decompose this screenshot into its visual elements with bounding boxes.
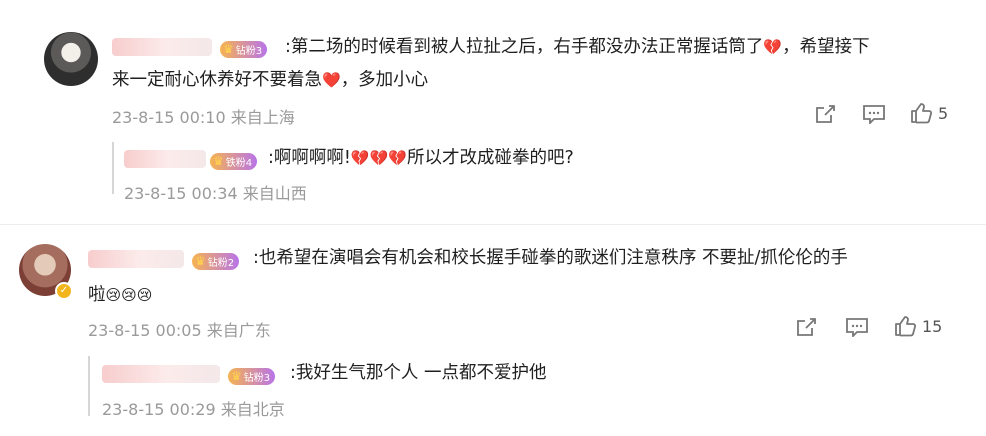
fan-badge: ♛ 钻粉2 [192,250,240,270]
verified-badge-icon: ✓ [55,282,73,300]
crown-icon: ♛ [195,254,206,268]
comment-time: 23-8-15 00:10 [112,108,226,127]
reply-text-main: :啊啊啊啊! [268,148,351,168]
broken-heart-emoji: 💔 [369,149,389,167]
comment-text-line2: 啦 [88,285,106,305]
thumbs-up-icon [895,316,916,337]
crown-icon: ♛ [231,369,242,383]
reply-time: 23-8-15 00:34 [124,184,238,203]
heart-emoji: ❤️ [322,71,341,89]
reply-divider [112,142,114,194]
sad-emoji: 😢 [105,286,122,304]
comment-text-line1-tail: ，希望接下 [782,37,870,57]
reply-location: 来自北京 [220,400,285,419]
comment-button[interactable] [862,104,886,124]
comment-meta: 23-8-15 00:10 来自上海 [112,104,295,128]
reply-divider [88,356,90,416]
comment-text-cont: 来一定耐心休养好不要着急❤️，多加小心 [112,66,428,95]
reply-text-tail: 所以才改成碰拳的吧? [406,148,574,168]
share-icon [816,105,835,123]
comment-location: 来自上海 [230,108,295,127]
reply-username[interactable] [124,150,206,168]
reply-text: :我好生气那个人 一点都不爱护他 [290,359,546,388]
broken-heart-emoji: 💔 [350,149,370,167]
thumbs-up-icon [911,103,932,124]
reply-time: 23-8-15 00:29 [102,400,216,419]
comment-button[interactable] [845,317,869,337]
sad-emoji: 😢 [136,286,153,304]
comment-text-line2: 来一定耐心休养好不要着急 [112,70,322,90]
broken-heart-emoji: 💔 [763,38,783,56]
comment-text-line2-tail: ，多加小心 [340,70,429,90]
comment-location: 来自广东 [206,321,271,340]
broken-heart-emoji: 💔 [388,149,407,167]
fan-badge-label: 钻粉2 [207,257,235,269]
username[interactable] [88,250,184,268]
reply-text: :啊啊啊啊!💔💔💔所以才改成碰拳的吧? [268,144,574,173]
comment-text-cont: 啦😢😢😢 [88,281,152,310]
share-icon [797,318,816,336]
fan-badge-label: 钻粉3 [243,372,271,384]
fan-badge-label: 钻粉3 [235,45,263,57]
comment-text-line1: :也希望在演唱会有机会和校长握手碰拳的歌迷们注意秩序 不要扯/抓伦伦的手 [253,248,848,268]
comment-text: :也希望在演唱会有机会和校长握手碰拳的歌迷们注意秩序 不要扯/抓伦伦的手 [253,244,848,273]
avatar[interactable] [44,32,98,86]
sad-emoji: 😢 [121,286,137,304]
like-count: 15 [922,316,943,336]
comment-text: :第二场的时候看到被人拉扯之后，右手都没办法正常握话筒了💔，希望接下 [285,33,870,62]
like-count: 5 [938,103,949,123]
comment-separator [0,224,986,225]
crown-icon: ♛ [213,154,224,168]
reply-text-main: :我好生气那个人 一点都不爱护他 [290,363,547,383]
username[interactable] [112,38,212,56]
comment-text-line1: :第二场的时候看到被人拉扯之后，右手都没办法正常握话筒了 [285,37,764,57]
reply-fan-badge: ♛ 铁粉4 [210,150,258,170]
like-button[interactable]: 5 [910,102,948,124]
share-button[interactable] [795,317,817,337]
reply-location: 来自山西 [242,184,307,203]
crown-icon: ♛ [223,42,234,56]
fan-badge: ♛ 钻粉3 [220,38,268,58]
comment-time: 23-8-15 00:05 [88,321,202,340]
reply-meta: 23-8-15 00:34 来自山西 [124,180,307,204]
reply-username[interactable] [102,365,220,383]
comment-meta: 23-8-15 00:05 来自广东 [88,317,271,341]
fan-badge-label: 铁粉4 [225,157,253,169]
reply-fan-badge: ♛ 钻粉3 [228,365,276,385]
like-button[interactable]: 15 [894,315,942,337]
comment-icon [846,318,868,337]
reply-meta: 23-8-15 00:29 来自北京 [102,396,285,420]
share-button[interactable] [814,104,836,124]
comment-icon [863,105,885,124]
